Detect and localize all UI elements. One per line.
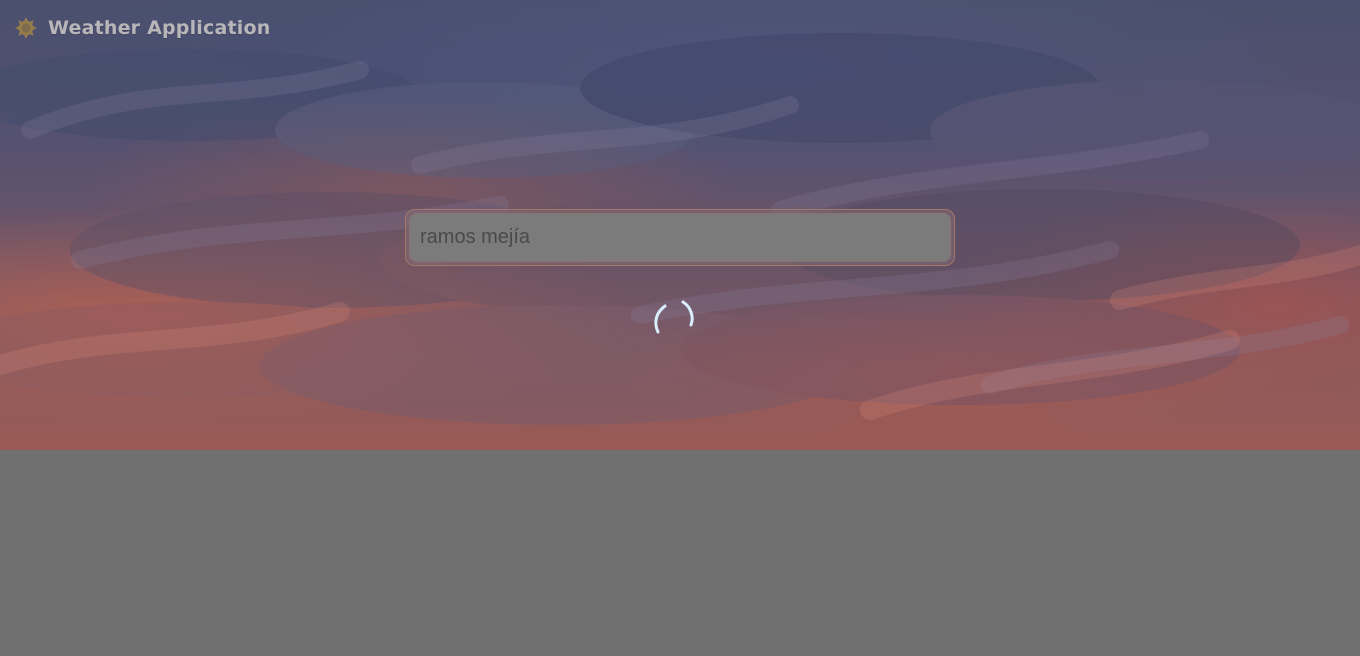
results-overlay-area [0, 450, 1360, 656]
weather-app: Weather Application [0, 0, 1360, 656]
sun-icon [14, 16, 38, 40]
location-search-input[interactable] [409, 213, 951, 262]
app-brand: Weather Application [14, 14, 270, 42]
loading-spinner-icon [648, 297, 696, 341]
location-search-container [405, 209, 955, 266]
app-title: Weather Application [48, 17, 271, 39]
hero-background: Weather Application [0, 0, 1360, 450]
